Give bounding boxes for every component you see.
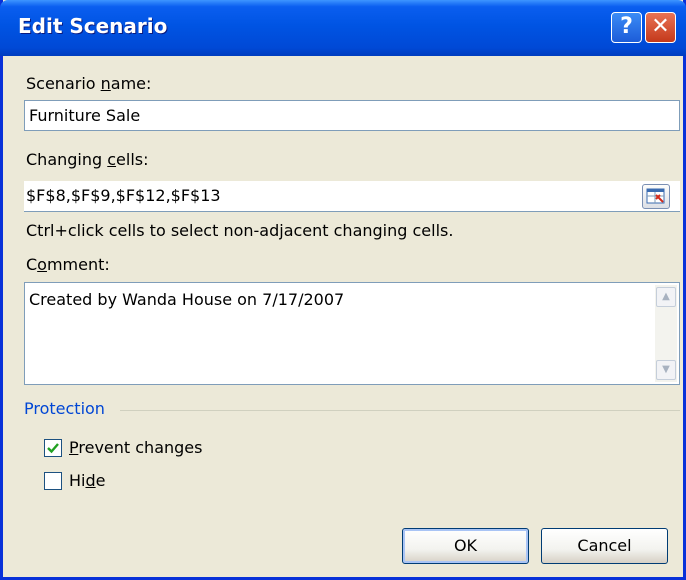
changing-cells-hint: Ctrl+click cells to select non-adjacent … (26, 221, 454, 240)
checkmark-icon (47, 443, 59, 454)
collapse-dialog-button[interactable] (642, 184, 670, 209)
protection-group-title: Protection (24, 399, 105, 418)
changing-cells-value: $F$8,$F$9,$F$12,$F$13 (26, 186, 221, 205)
comment-label: Comment: (26, 255, 110, 274)
group-divider (120, 410, 680, 411)
comment-value: Created by Wanda House on 7/17/2007 (29, 290, 345, 309)
close-icon: ✕ (651, 14, 670, 39)
scroll-up-icon[interactable]: ▲ (656, 287, 676, 307)
help-button[interactable]: ? (611, 12, 642, 43)
cancel-button[interactable]: Cancel (541, 528, 668, 564)
scenario-name-value: Furniture Sale (29, 106, 141, 125)
range-select-icon (646, 188, 665, 204)
scenario-name-label: Scenario name: (26, 74, 152, 93)
ok-button[interactable]: OK (402, 528, 529, 564)
title-bar: Edit Scenario ? ✕ (0, 0, 686, 56)
help-icon: ? (620, 14, 633, 39)
comment-scrollbar[interactable]: ▲ ▼ (655, 285, 677, 382)
comment-textarea[interactable]: Created by Wanda House on 7/17/2007 ▲ ▼ (24, 282, 680, 385)
prevent-changes-label: Prevent changes (69, 438, 203, 457)
close-button[interactable]: ✕ (645, 12, 676, 43)
hide-label: Hide (69, 471, 106, 490)
scroll-down-icon[interactable]: ▼ (656, 360, 676, 380)
changing-cells-input[interactable]: $F$8,$F$9,$F$12,$F$13 (24, 181, 680, 212)
dialog-title: Edit Scenario (18, 14, 168, 38)
prevent-changes-checkbox[interactable] (44, 439, 62, 457)
hide-checkbox[interactable] (44, 472, 62, 490)
changing-cells-label: Changing cells: (26, 150, 149, 169)
scenario-name-input[interactable]: Furniture Sale (24, 100, 680, 131)
